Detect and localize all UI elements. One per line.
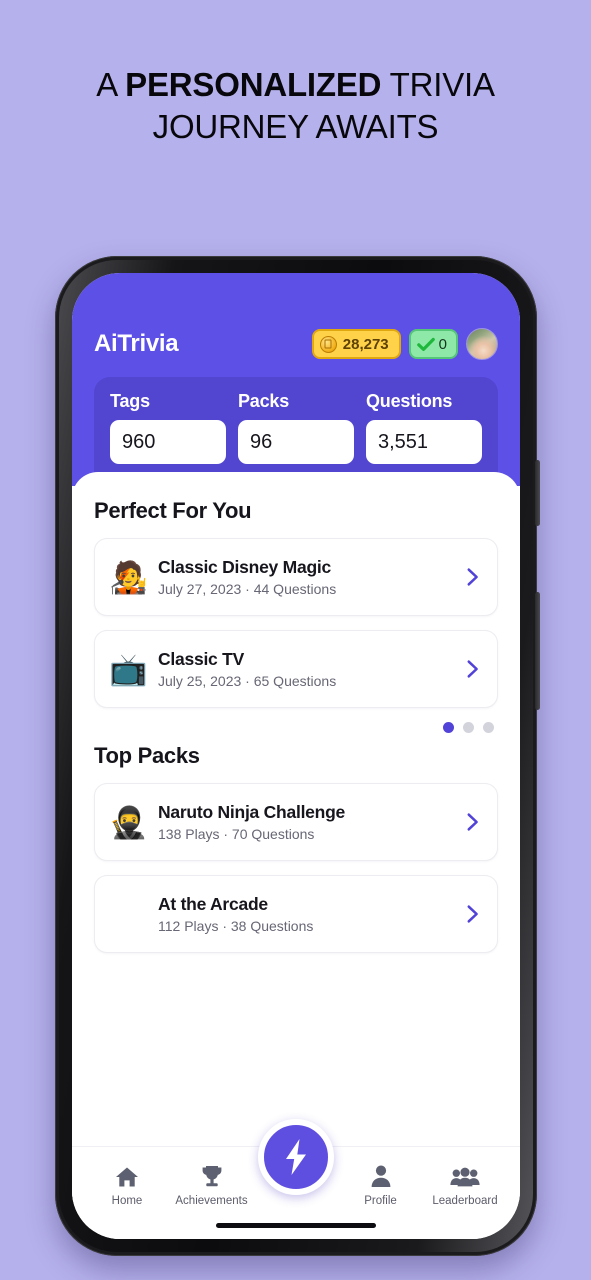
app-header: AiTrivia 28,273 0 Tags 960 Packs 96 Ques… xyxy=(72,273,520,486)
stat-value-box[interactable]: 3,551 xyxy=(366,420,482,464)
check-icon xyxy=(416,337,435,351)
trophy-icon xyxy=(199,1163,225,1190)
stats-panel: Tags 960 Packs 96 Questions 3,551 xyxy=(94,377,498,486)
nav-label: Profile xyxy=(364,1195,397,1207)
people-group-icon xyxy=(450,1163,480,1190)
content-sheet: Perfect For You 🧑‍🎤 Classic Disney Magic… xyxy=(72,472,520,1092)
nav-item-home[interactable]: Home xyxy=(90,1163,164,1207)
chevron-right-icon xyxy=(467,660,478,678)
stat-value: 960 xyxy=(122,430,156,453)
header-actions: 28,273 0 xyxy=(311,328,498,360)
chevron-right-icon xyxy=(467,813,478,831)
section-title-perfect-for-you: Perfect For You xyxy=(94,498,252,523)
pack-emoji-icon: 🥷 xyxy=(109,804,148,840)
pack-meta: 138 Plays · 70 Questions xyxy=(158,826,315,842)
pack-meta: July 25, 2023 · 65 Questions xyxy=(158,673,337,689)
nav-item-achievements[interactable]: Achievements xyxy=(175,1163,249,1207)
chevron-right-icon xyxy=(467,905,478,923)
pack-text: Classic Disney Magic July 27, 2023 · 44 … xyxy=(158,557,448,597)
stat-tags: Tags 960 xyxy=(110,391,226,464)
chevron-right-icon xyxy=(467,568,478,586)
coin-icon xyxy=(319,335,337,353)
pagination-dot-1[interactable] xyxy=(443,722,454,733)
carousel-pagination[interactable] xyxy=(94,722,494,733)
stat-value: 3,551 xyxy=(378,430,429,453)
pack-name: Classic Disney Magic xyxy=(158,557,331,577)
streak-badge[interactable]: 0 xyxy=(408,329,458,359)
pagination-dot-2[interactable] xyxy=(463,722,474,733)
person-icon xyxy=(369,1163,393,1190)
nav-item-leaderboard[interactable]: Leaderboard xyxy=(428,1163,502,1207)
pack-meta: 112 Plays · 38 Questions xyxy=(158,918,314,934)
stat-packs: Packs 96 xyxy=(238,391,354,464)
stat-label: Questions xyxy=(366,391,453,411)
phone-volume-button[interactable] xyxy=(535,460,540,526)
pack-text: Naruto Ninja Challenge 138 Plays · 70 Qu… xyxy=(158,802,448,842)
coin-balance-value: 28,273 xyxy=(342,335,389,353)
lightning-bolt-icon xyxy=(286,1139,306,1175)
pack-emoji-icon: 🧑‍🎤 xyxy=(109,559,148,595)
pack-name: At the Arcade xyxy=(158,894,268,914)
phone-power-button[interactable] xyxy=(535,592,540,710)
avatar[interactable] xyxy=(466,328,498,360)
stat-label: Packs xyxy=(238,391,290,411)
pack-name: Classic TV xyxy=(158,649,245,669)
section-title-top-packs: Top Packs xyxy=(94,743,200,768)
nav-item-profile[interactable]: Profile xyxy=(344,1163,418,1207)
pagination-dot-3[interactable] xyxy=(483,722,494,733)
home-icon xyxy=(114,1163,140,1190)
app-brand-title: AiTrivia xyxy=(94,330,179,357)
header-top-row: AiTrivia 28,273 0 xyxy=(94,323,498,365)
pack-text: At the Arcade 112 Plays · 38 Questions xyxy=(158,894,448,934)
page-title: A PERSONALIZED TRIVIA JOURNEY AWAITS xyxy=(0,64,591,148)
pack-emoji-icon: 📺 xyxy=(109,651,148,687)
stat-questions: Questions 3,551 xyxy=(366,391,482,464)
play-fab-button[interactable] xyxy=(258,1119,334,1195)
streak-value: 0 xyxy=(438,335,447,353)
stat-value-box[interactable]: 960 xyxy=(110,420,226,464)
pack-name: Naruto Ninja Challenge xyxy=(158,802,346,822)
pack-meta: July 27, 2023 · 44 Questions xyxy=(158,581,337,597)
nav-label: Leaderboard xyxy=(432,1195,498,1207)
list-item[interactable]: 📺 Classic TV July 25, 2023 · 65 Question… xyxy=(94,630,498,708)
home-indicator xyxy=(216,1223,376,1228)
headline-emphasis: PERSONALIZED xyxy=(125,66,382,103)
headline-line1: A PERSONALIZED TRIVIA xyxy=(96,66,495,103)
stat-value-box[interactable]: 96 xyxy=(238,420,354,464)
headline-line2: JOURNEY AWAITS xyxy=(152,108,439,145)
nav-label: Achievements xyxy=(175,1195,248,1207)
list-item[interactable]: 🥷 Naruto Ninja Challenge 138 Plays · 70 … xyxy=(94,783,498,861)
coin-balance-badge[interactable]: 28,273 xyxy=(311,329,401,359)
nav-label: Home xyxy=(111,1195,143,1207)
stat-label: Tags xyxy=(110,391,150,411)
list-item[interactable]: 🧑‍🎤 Classic Disney Magic July 27, 2023 ·… xyxy=(94,538,498,616)
pack-text: Classic TV July 25, 2023 · 65 Questions xyxy=(158,649,448,689)
phone-mockup: AiTrivia 28,273 0 Tags 960 Packs 96 Ques… xyxy=(55,256,540,1256)
list-item[interactable]: At the Arcade 112 Plays · 38 Questions xyxy=(94,875,498,953)
phone-screen: AiTrivia 28,273 0 Tags 960 Packs 96 Ques… xyxy=(72,273,520,1239)
stat-value: 96 xyxy=(250,430,273,453)
